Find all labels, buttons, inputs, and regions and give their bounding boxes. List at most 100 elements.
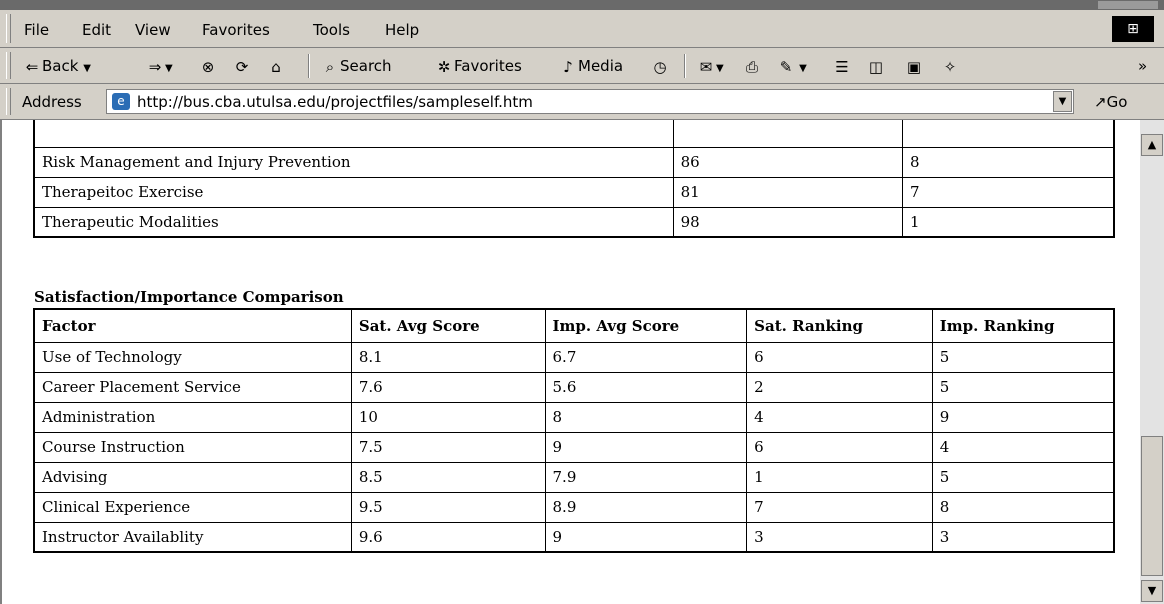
competency-table: Risk Management and Injury Prevention 86… — [33, 120, 1115, 238]
table-cell: 6 — [746, 341, 933, 373]
table-cell: 6.7 — [544, 341, 748, 373]
edit-button[interactable]: ✎ ▼ — [776, 54, 807, 78]
table-cell: 86 — [672, 146, 904, 178]
address-label: Address — [22, 93, 82, 111]
table-row: Administration 10 8 4 9 — [33, 401, 1115, 433]
messenger-icon: ▣ — [906, 57, 922, 76]
table-cell: 9.5 — [350, 491, 546, 523]
stop-button[interactable]: ⊗ — [198, 54, 218, 78]
table-cell: 7.6 — [350, 371, 546, 403]
forward-arrow-icon: ⇒ — [148, 57, 162, 76]
table-cell: 5.6 — [544, 371, 748, 403]
toolbar-grip[interactable] — [6, 52, 11, 79]
scrollbar-thumb[interactable] — [1141, 436, 1163, 576]
favorites-button[interactable]: ✲ Favorites — [434, 54, 522, 78]
menu-bar: File Edit View Favorites Tools Help ⊞ — [0, 10, 1164, 48]
menu-file[interactable]: File — [24, 21, 49, 39]
window-controls[interactable] — [1098, 1, 1158, 9]
table-cell: 10 — [350, 401, 546, 433]
go-button[interactable]: ↗Go — [1094, 93, 1127, 111]
tools-button[interactable]: ✧ — [940, 54, 960, 78]
table-row: Therapeitoc Exercise 81 7 — [33, 176, 1115, 208]
discuss-icon: ☰ — [835, 57, 849, 76]
menu-favorites[interactable]: Favorites — [202, 21, 270, 39]
table-cell: Career Placement Service — [33, 371, 352, 403]
table-cell: 5 — [931, 371, 1115, 403]
table-cell: 7 — [902, 176, 1115, 208]
toolbar: ⇐ Back ▼ ⇒ ▼ ⊗ ⟳ ⌂ ⌕ Search ✲ Favorites ♪ Med… — [0, 48, 1164, 84]
table-header-row: Factor Sat. Avg Score Imp. Avg Score Sat… — [33, 308, 1115, 343]
chevron-down-icon: ▼ — [165, 63, 173, 74]
go-arrow-icon: ↗ — [1094, 93, 1107, 111]
table-row: Course Instruction 7.5 9 6 4 — [33, 431, 1115, 463]
history-icon: ◷ — [653, 57, 667, 76]
vertical-scrollbar[interactable]: ▲ ▼ — [1140, 120, 1164, 604]
toolbar-separator — [684, 54, 686, 78]
research-icon: ◫ — [868, 57, 884, 76]
table-cell: Administration — [33, 401, 352, 433]
table-cell: Clinical Experience — [33, 491, 352, 523]
table-row: Risk Management and Injury Prevention 86… — [33, 146, 1115, 178]
table-row — [33, 120, 1115, 148]
table-cell: Advising — [33, 461, 352, 493]
table-cell: Risk Management and Injury Prevention — [33, 146, 674, 178]
chevron-right-icon: » — [1138, 57, 1148, 75]
table-cell: 9 — [544, 521, 748, 553]
table-cell: 5 — [931, 341, 1115, 373]
address-url[interactable]: http://bus.cba.utulsa.edu/projectfiles/s… — [137, 93, 533, 111]
mail-button[interactable]: ✉ ▼ — [696, 54, 724, 78]
table-cell: 9 — [931, 401, 1115, 433]
search-button[interactable]: ⌕ Search — [320, 54, 392, 78]
table-cell: 9.6 — [350, 521, 546, 553]
menu-help[interactable]: Help — [385, 21, 419, 39]
history-button[interactable]: ◷ — [650, 54, 670, 78]
menu-bar-grip[interactable] — [6, 14, 11, 43]
menu-edit[interactable]: Edit — [82, 21, 111, 39]
back-label: Back — [42, 57, 79, 75]
toolbar-overflow-button[interactable]: » — [1138, 54, 1147, 78]
table-cell: Therapeutic Modalities — [33, 206, 674, 238]
table-cell: 8.5 — [350, 461, 546, 493]
research-button[interactable]: ◫ — [866, 54, 886, 78]
refresh-icon: ⟳ — [235, 57, 249, 76]
menu-view[interactable]: View — [135, 21, 171, 39]
media-label: Media — [578, 57, 624, 75]
table-cell — [672, 120, 904, 148]
table-row: Use of Technology 8.1 6.7 6 5 — [33, 341, 1115, 373]
column-header: Factor — [33, 308, 352, 343]
table-cell: 4 — [931, 431, 1115, 463]
media-button[interactable]: ♪ Media — [558, 54, 623, 78]
column-header: Sat. Ranking — [746, 308, 933, 343]
address-input[interactable]: e http://bus.cba.utulsa.edu/projectfiles… — [106, 89, 1074, 114]
media-icon: ♪ — [563, 57, 573, 76]
refresh-button[interactable]: ⟳ — [232, 54, 252, 78]
table-row: Career Placement Service 7.6 5.6 2 5 — [33, 371, 1115, 403]
scroll-up-button[interactable]: ▲ — [1141, 134, 1163, 156]
table-cell: Use of Technology — [33, 341, 352, 373]
forward-button[interactable]: ⇒ ▼ — [145, 54, 173, 78]
table-cell: 1 — [902, 206, 1115, 238]
menu-tools[interactable]: Tools — [313, 21, 350, 39]
favorites-star-icon: ✲ — [437, 57, 451, 76]
chevron-down-icon: ▼ — [1058, 96, 1067, 107]
table-cell: 8.1 — [350, 341, 546, 373]
table-cell: Course Instruction — [33, 431, 352, 463]
print-button[interactable]: ⎙ — [742, 54, 762, 78]
back-button[interactable]: ⇐ Back ▼ — [22, 54, 91, 78]
tools-icon: ✧ — [943, 57, 957, 76]
table-cell: 3 — [746, 521, 933, 553]
table-row: Therapeutic Modalities 98 1 — [33, 206, 1115, 238]
chevron-up-icon: ▲ — [1147, 138, 1157, 151]
table-row: Clinical Experience 9.5 8.9 7 8 — [33, 491, 1115, 523]
messenger-button[interactable]: ▣ — [904, 54, 924, 78]
table-cell — [902, 120, 1115, 148]
discuss-button[interactable]: ☰ — [832, 54, 852, 78]
address-dropdown-button[interactable]: ▼ — [1053, 91, 1072, 112]
home-button[interactable]: ⌂ — [266, 54, 286, 78]
table-cell: Instructor Availablity — [33, 521, 352, 553]
chevron-down-icon: ▼ — [716, 63, 724, 74]
address-bar-grip[interactable] — [6, 88, 11, 115]
printer-icon: ⎙ — [745, 57, 758, 76]
comparison-table: Factor Sat. Avg Score Imp. Avg Score Sat… — [33, 308, 1115, 553]
scroll-down-button[interactable]: ▼ — [1141, 580, 1163, 602]
